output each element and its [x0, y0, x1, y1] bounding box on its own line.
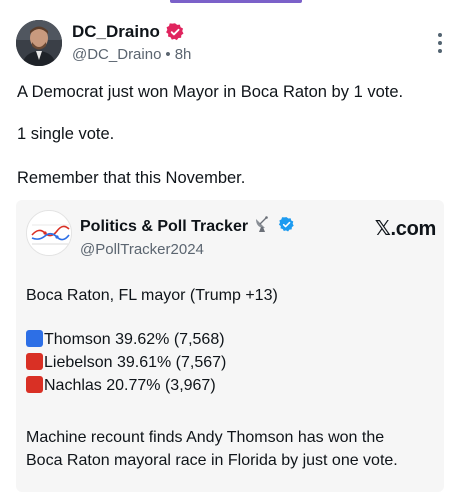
quoted-name-row: Politics & Poll Tracker: [80, 215, 295, 238]
red-square-icon: [26, 353, 43, 370]
quoted-text-line: Boca Raton, FL mayor (Trump +13): [26, 287, 278, 304]
result-text: Thomson 39.62% (7,568): [44, 331, 225, 348]
author-name-row: DC_Draino: [72, 21, 191, 43]
result-text: Liebelson 39.61% (7,567): [44, 354, 227, 371]
post-text-line: A Democrat just won Mayor in Boca Raton …: [17, 83, 404, 101]
quoted-header: Politics & Poll Tracker @PollTracker2024…: [26, 210, 436, 260]
result-text: Nachlas 20.77% (3,967): [44, 377, 216, 394]
quoted-handle[interactable]: @PollTracker2024: [80, 241, 295, 258]
satellite-dish-icon: [253, 215, 273, 238]
source-x-com: 𝕏.com: [374, 218, 437, 240]
author-block: DC_Draino @DC_Draino • 8h: [72, 21, 191, 63]
author-meta: @DC_Draino • 8h: [72, 46, 191, 63]
post: DC_Draino @DC_Draino • 8h A Democrat jus…: [0, 0, 462, 500]
result-line-liebelson: Liebelson 39.61% (7,567): [26, 353, 226, 372]
red-square-icon: [26, 376, 43, 393]
post-text-line: Remember that this November.: [17, 169, 246, 187]
author-handle[interactable]: @DC_Draino: [72, 46, 161, 63]
more-vertical-icon[interactable]: [430, 30, 450, 56]
quoted-author-block: Politics & Poll Tracker @PollTracker2024: [80, 215, 295, 258]
post-header: DC_Draino @DC_Draino • 8h: [16, 20, 456, 68]
verified-badge-icon: [165, 22, 185, 42]
quoted-text-line: Machine recount finds Andy Thomson has w…: [26, 429, 385, 446]
blue-square-icon: [26, 330, 43, 347]
result-line-thomson: Thomson 39.62% (7,568): [26, 330, 225, 349]
quoted-post-card[interactable]: Politics & Poll Tracker @PollTracker2024…: [16, 200, 444, 492]
meta-separator: •: [165, 46, 171, 63]
quoted-author-name[interactable]: Politics & Poll Tracker: [80, 218, 248, 236]
author-name[interactable]: DC_Draino: [72, 22, 160, 42]
result-line-nachlas: Nachlas 20.77% (3,967): [26, 376, 216, 395]
quoted-verified-badge-icon: [278, 216, 295, 238]
quoted-text-line: Boca Raton mayoral race in Florida by ju…: [26, 452, 398, 469]
avatar[interactable]: [16, 20, 62, 66]
post-text-line: 1 single vote.: [17, 125, 115, 143]
post-time[interactable]: 8h: [175, 46, 192, 63]
quoted-avatar[interactable]: [26, 210, 72, 256]
